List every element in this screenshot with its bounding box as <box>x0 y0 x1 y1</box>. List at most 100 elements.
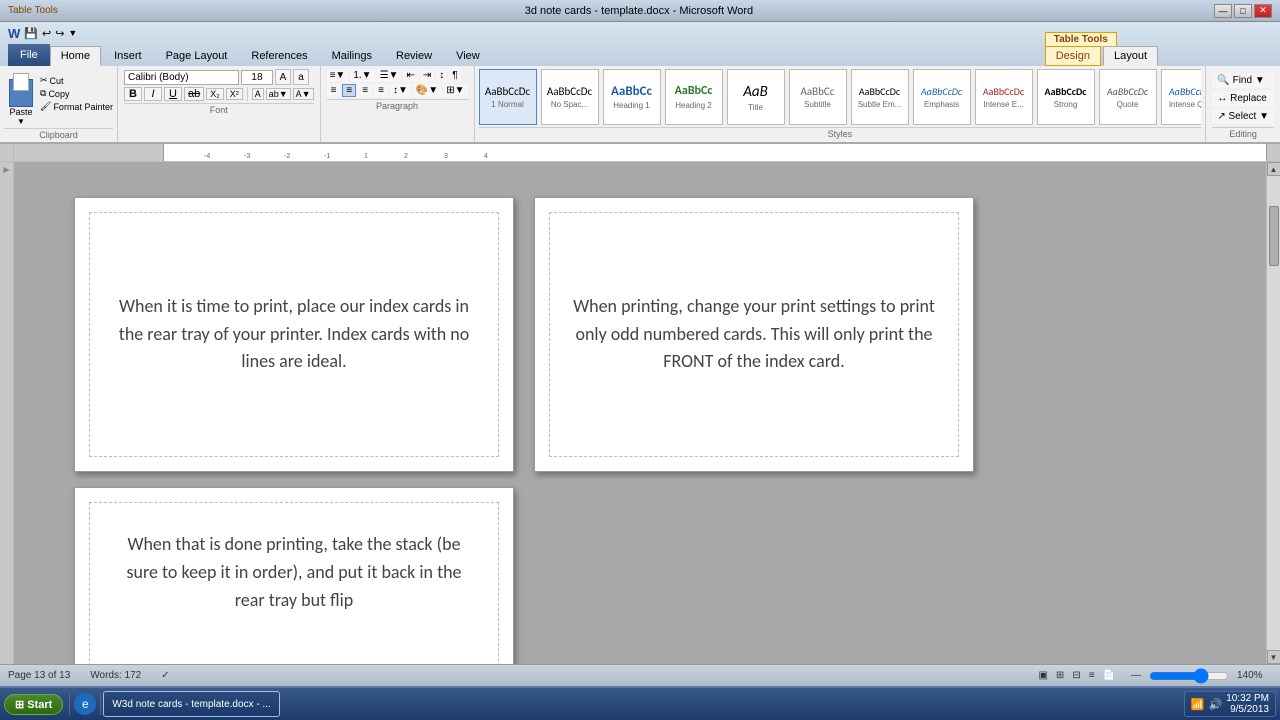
view-outline-icon[interactable]: ≡ <box>1089 670 1095 681</box>
align-left-button[interactable]: ≡ <box>327 84 341 97</box>
ie-icon[interactable]: e <box>74 693 96 715</box>
font-name-input[interactable] <box>124 70 239 85</box>
multilevel-button[interactable]: ☰▼ <box>377 69 402 82</box>
word-taskbar-button[interactable]: W 3d note cards - template.docx - ... <box>103 691 279 717</box>
numbering-button[interactable]: 1.▼ <box>350 69 374 82</box>
view-draft-icon[interactable]: 📄 <box>1103 670 1115 681</box>
ribbon-body: Paste ▼ ✂ Cut ⧉ Copy 🖌 Format Painter Cl… <box>0 66 1280 144</box>
show-marks-button[interactable]: ¶ <box>449 69 460 82</box>
borders-button[interactable]: ⊞▼ <box>443 84 467 97</box>
card-2-text: When printing, change your print setting… <box>570 293 938 377</box>
paste-button[interactable]: Paste ▼ <box>4 71 38 128</box>
maximize-button[interactable]: □ <box>1234 4 1252 18</box>
view-print-icon[interactable]: ▣ <box>1038 670 1047 681</box>
scroll-down-button[interactable]: ▼ <box>1267 650 1280 664</box>
scroll-up-button[interactable]: ▲ <box>1267 162 1280 176</box>
font-color-button[interactable]: A▼ <box>293 88 314 100</box>
superscript-button[interactable]: X² <box>226 88 243 100</box>
tab-references[interactable]: References <box>240 46 318 66</box>
style-subtitle[interactable]: AaBbCc Subtitle <box>789 69 847 125</box>
view-web-icon[interactable]: ⊟ <box>1072 670 1080 681</box>
copy-button[interactable]: ⧉ Copy <box>40 88 113 99</box>
bold-button[interactable]: B <box>124 87 142 101</box>
shading-button[interactable]: 🎨▼ <box>413 84 441 97</box>
cut-button[interactable]: ✂ Cut <box>40 75 113 86</box>
tab-page-layout[interactable]: Page Layout <box>155 46 239 66</box>
font-grow-button[interactable]: A <box>275 69 291 85</box>
decrease-indent-button[interactable]: ⇤ <box>403 69 417 82</box>
view-fullscreen-icon[interactable]: ⊞ <box>1056 670 1064 681</box>
style-normal[interactable]: AaBbCcDc 1 Normal <box>479 69 537 125</box>
italic-button[interactable]: I <box>144 87 162 101</box>
tab-mailings[interactable]: Mailings <box>321 46 383 66</box>
font-shrink-button[interactable]: a <box>293 69 309 85</box>
card-2: When printing, change your print setting… <box>534 197 974 472</box>
text-effect-button[interactable]: A <box>252 88 264 100</box>
line-spacing-button[interactable]: ↕▼ <box>390 84 411 97</box>
style-no-spacing[interactable]: AaBbCcDc No Spac... <box>541 69 599 125</box>
word-icon: W <box>112 699 121 710</box>
zoom-slider[interactable] <box>1149 668 1229 684</box>
style-heading2[interactable]: AaBbCc Heading 2 <box>665 69 723 125</box>
tab-review[interactable]: Review <box>385 46 443 66</box>
close-button[interactable]: ✕ <box>1254 4 1272 18</box>
bullets-button[interactable]: ≡▼ <box>327 69 349 82</box>
save-icon[interactable]: 💾 <box>24 27 38 40</box>
increase-indent-button[interactable]: ⇥ <box>420 69 434 82</box>
word-count: Words: 172 <box>90 670 141 681</box>
strikethrough-button[interactable]: ab <box>184 87 204 101</box>
style-intense-q[interactable]: AaBbCcDc Intense Q... <box>1161 69 1202 125</box>
taskbar: ⊞ Start e W 3d note cards - template.doc… <box>0 686 1280 720</box>
title-bar: Table Tools 3d note cards - template.doc… <box>0 0 1280 22</box>
style-strong[interactable]: AaBbCcDc Strong <box>1037 69 1095 125</box>
redo-icon[interactable]: ↪ <box>55 27 64 40</box>
align-center-button[interactable]: ≡ <box>342 84 356 97</box>
copy-icon: ⧉ <box>40 88 46 99</box>
page-info: Page 13 of 13 <box>8 670 70 681</box>
justify-button[interactable]: ≡ <box>374 84 388 97</box>
clock: 10:32 PM <box>1226 693 1269 704</box>
undo-icon[interactable]: ↩ <box>42 27 51 40</box>
tab-view[interactable]: View <box>445 46 491 66</box>
select-button[interactable]: ↗ Select ▼ <box>1212 109 1274 124</box>
align-right-button[interactable]: ≡ <box>358 84 372 97</box>
sort-button[interactable]: ↕ <box>436 69 447 82</box>
style-emphasis[interactable]: AaBbCcDc Emphasis <box>913 69 971 125</box>
tab-table-layout[interactable]: Layout <box>1103 46 1158 66</box>
minimize-button[interactable]: — <box>1214 4 1232 18</box>
font-label: Font <box>124 103 314 115</box>
format-painter-button[interactable]: 🖌 Format Painter <box>40 101 113 112</box>
system-tray: 📶 🔊 10:32 PM 9/5/2013 <box>1184 691 1276 717</box>
underline-button[interactable]: U <box>164 87 182 101</box>
paste-dropdown[interactable]: ▼ <box>17 117 25 126</box>
start-button[interactable]: ⊞ Start <box>4 694 63 715</box>
style-subtle-em[interactable]: AaBbCcDc Subtle Em... <box>851 69 909 125</box>
doc-scroll-area[interactable]: When it is time to print, place our inde… <box>14 162 1266 664</box>
copy-label: Copy <box>48 89 69 99</box>
qa-dropdown-icon[interactable]: ▼ <box>68 28 77 38</box>
paragraph-label: Paragraph <box>327 99 468 111</box>
format-painter-icon: 🖌 <box>40 101 51 112</box>
style-intense-e[interactable]: AaBbCcDc Intense E... <box>975 69 1033 125</box>
style-title[interactable]: AaB Title <box>727 69 785 125</box>
style-quote[interactable]: AaBbCcDc Quote <box>1099 69 1157 125</box>
title-bar-controls[interactable]: — □ ✕ <box>1214 4 1272 18</box>
card-1: When it is time to print, place our inde… <box>74 197 514 472</box>
style-heading1[interactable]: AaBbCc Heading 1 <box>603 69 661 125</box>
tab-file[interactable]: File <box>8 44 50 66</box>
vertical-scrollbar[interactable]: ▲ ▼ <box>1266 162 1280 664</box>
font-size-input[interactable]: 18 <box>241 70 273 85</box>
scroll-track[interactable] <box>1267 176 1280 650</box>
card-3: When that is done printing, take the sta… <box>74 487 514 664</box>
tab-insert[interactable]: Insert <box>103 46 153 66</box>
status-bar: Page 13 of 13 Words: 172 ✓ ▣ ⊞ ⊟ ≡ 📄 — 1… <box>0 664 1280 686</box>
tab-home[interactable]: Home <box>50 46 101 66</box>
subscript-button[interactable]: X₂ <box>206 88 224 100</box>
scroll-handle[interactable] <box>1269 206 1279 266</box>
cut-icon: ✂ <box>40 75 48 86</box>
content-area: When it is time to print, place our inde… <box>14 162 1266 664</box>
replace-button[interactable]: ↔ Replace <box>1212 91 1274 106</box>
tab-table-design[interactable]: Design <box>1045 46 1101 66</box>
find-button[interactable]: 🔍 Find ▼ <box>1212 73 1274 88</box>
highlight-button[interactable]: ab▼ <box>266 88 291 100</box>
